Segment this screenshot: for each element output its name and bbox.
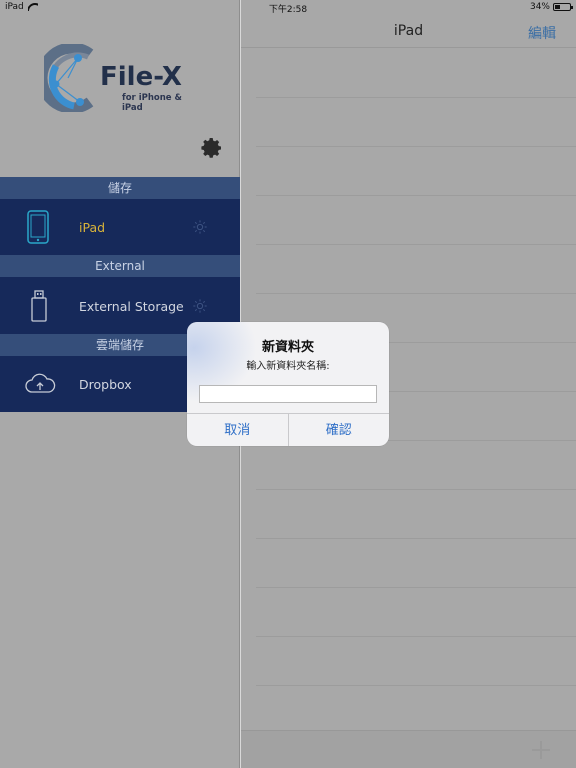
sidebar-item-label: Dropbox: [79, 377, 132, 392]
section-header-external: External: [0, 255, 240, 277]
battery-percent: 34%: [529, 2, 550, 12]
app-logo: File-X for iPhone & iPad: [44, 42, 204, 118]
battery-fill: [555, 5, 560, 9]
list-separator: [256, 489, 576, 490]
list-separator: [256, 195, 576, 196]
confirm-button[interactable]: 確認: [287, 414, 390, 446]
battery-icon: [553, 3, 573, 11]
sidebar-item-ipad[interactable]: iPad: [0, 199, 240, 255]
folder-name-input[interactable]: [199, 385, 377, 403]
list-separator: [256, 244, 576, 245]
edit-button[interactable]: 編輯: [528, 23, 556, 43]
status-time: 下午2:58: [268, 5, 308, 15]
page-title: iPad: [393, 23, 424, 39]
list-separator: [256, 538, 576, 539]
list-separator: [256, 293, 576, 294]
dialog-buttons: 取消 確認: [187, 413, 389, 446]
item-settings-icon[interactable]: [192, 219, 208, 235]
bottom-toolbar: [241, 730, 576, 768]
logo-ring-icon: [44, 44, 94, 112]
nav-bar: iPad 編輯: [241, 16, 576, 48]
status-bar: iPad 下午2:58 34%: [0, 0, 576, 16]
ipad-icon: [27, 210, 49, 244]
usb-drive-icon: [31, 290, 47, 322]
item-settings-icon[interactable]: [192, 298, 208, 314]
logo-title: File-X: [100, 62, 182, 92]
dialog-message: 輸入新資料夾名稱:: [246, 361, 330, 372]
add-icon[interactable]: [532, 741, 550, 759]
list-separator: [256, 587, 576, 588]
section-header-storage: 儲存: [0, 177, 240, 199]
dialog-title: 新資料夾: [261, 340, 314, 355]
cloud-upload-icon: [25, 373, 56, 393]
new-folder-dialog: 新資料夾 輸入新資料夾名稱: 取消 確認: [187, 322, 389, 446]
list-separator: [256, 97, 576, 98]
settings-gear-icon[interactable]: [200, 136, 224, 160]
list-separator: [256, 146, 576, 147]
sidebar-item-label: External Storage: [79, 299, 184, 314]
sidebar-item-label: iPad: [79, 220, 106, 235]
logo-subtitle: for iPhone & iPad: [122, 93, 182, 113]
list-separator: [256, 685, 576, 686]
status-right: 34%: [529, 2, 573, 12]
cancel-button[interactable]: 取消: [187, 414, 288, 446]
list-separator: [256, 636, 576, 637]
